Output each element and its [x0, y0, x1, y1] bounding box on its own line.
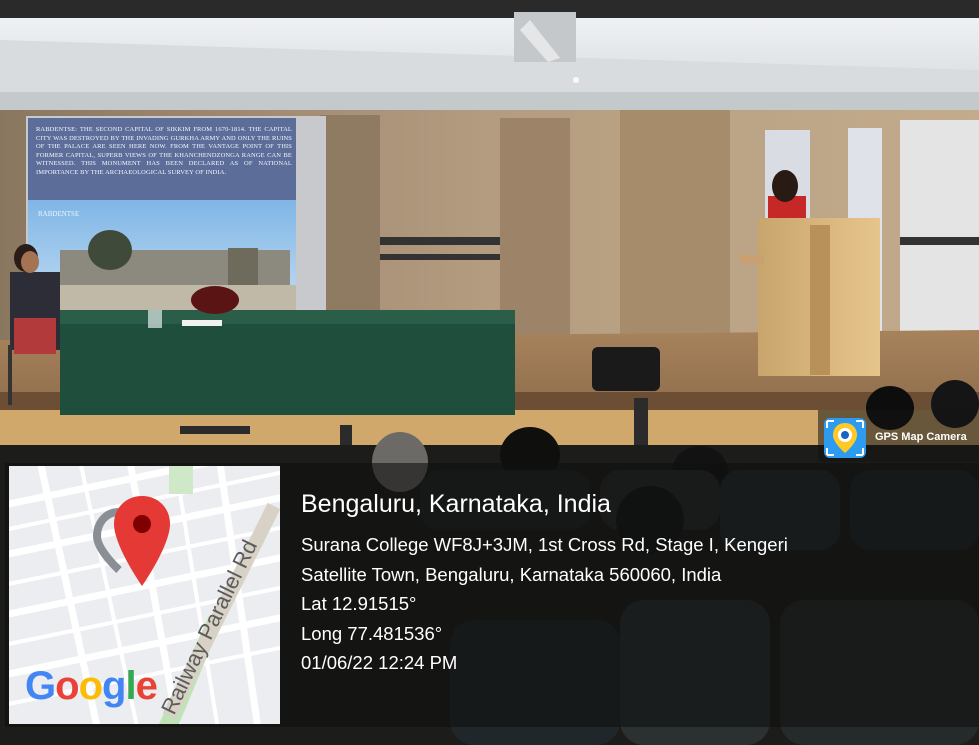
datetime-text: 01/06/22 12:24 PM	[301, 652, 458, 673]
address-line-1: Surana College WF8J+3JM, 1st Cross Rd, S…	[301, 534, 788, 555]
location-title: Bengaluru, Karnataka, India	[301, 490, 611, 518]
address-line-2: Satellite Town, Bengaluru, Karnataka 560…	[301, 563, 722, 585]
google-logo: Google	[25, 664, 158, 708]
longitude-text: Long 77.481536°	[301, 622, 443, 644]
slide-body-text: RABDENTSE: THE SECOND CAPITAL OF SIKKIM …	[36, 126, 292, 176]
gps-camera-label: GPS Map Camera	[875, 431, 967, 443]
map-thumbnail: Railway Parallel Rd Google	[9, 466, 280, 724]
camera-pin-icon	[824, 418, 866, 458]
latitude-text: Lat 12.91515°	[301, 593, 417, 614]
location-info: Bengaluru, Karnataka, India Surana Colle…	[301, 488, 788, 678]
slide-caption: RABDENTSE	[38, 210, 80, 218]
